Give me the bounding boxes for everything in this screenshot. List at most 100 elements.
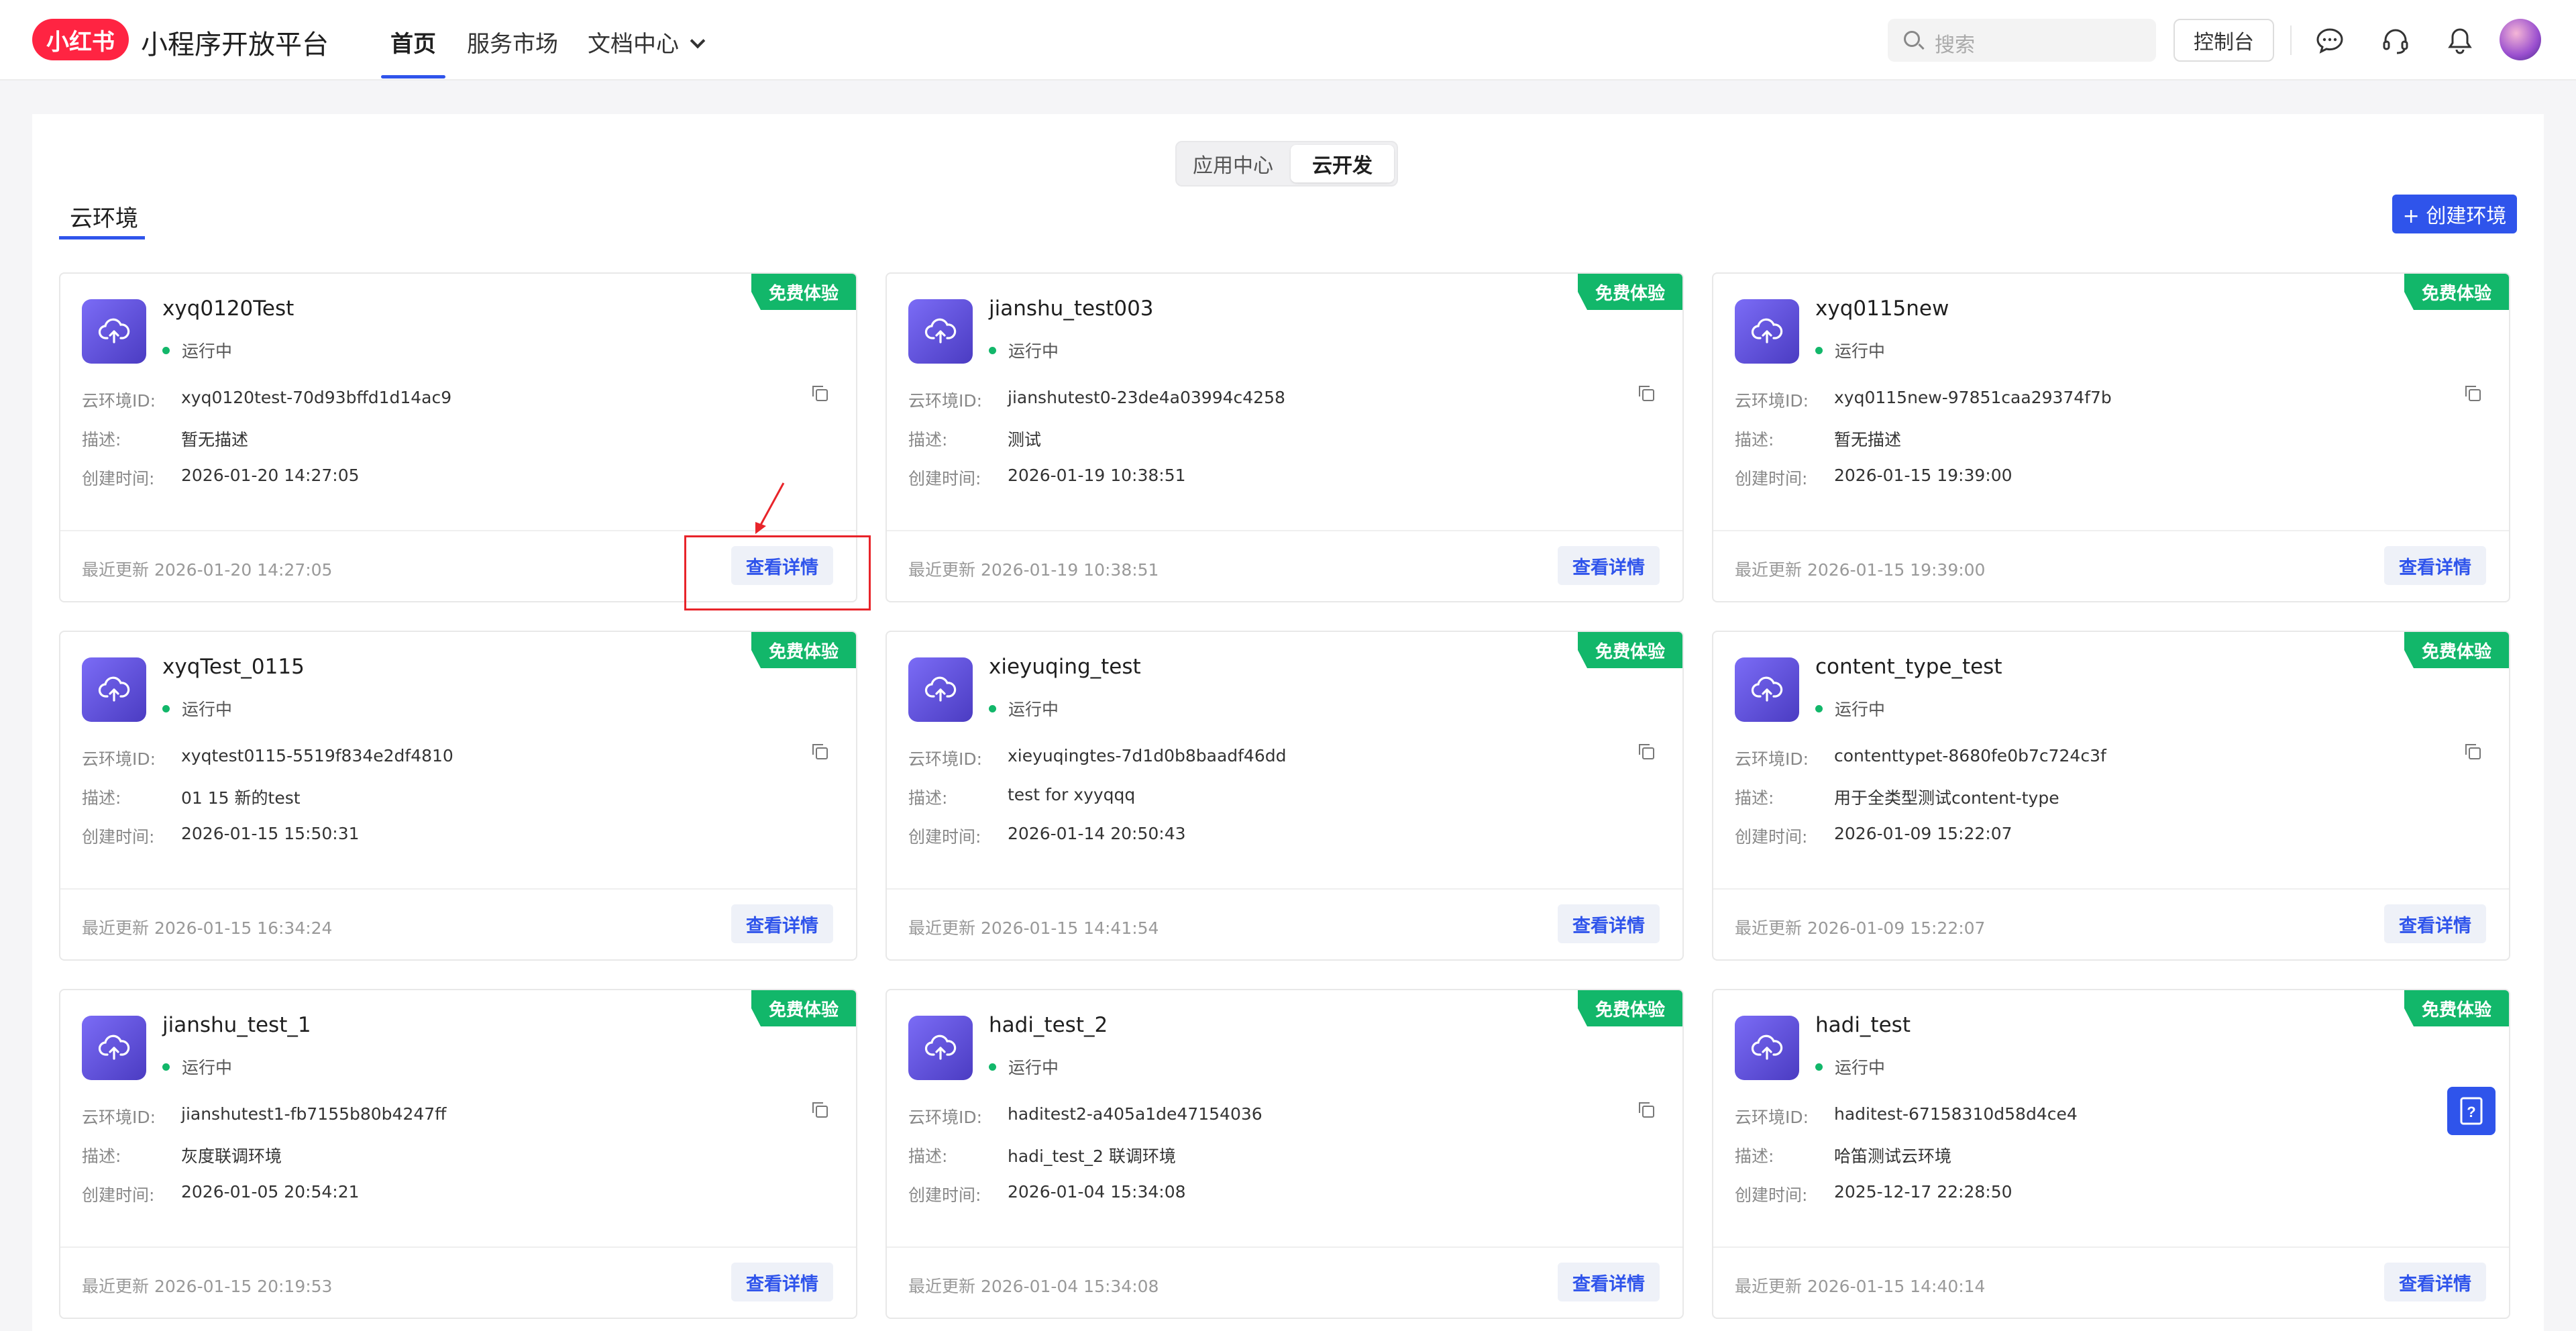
view-details-button[interactable]: 查看详情 bbox=[2384, 904, 2486, 943]
console-button[interactable]: 控制台 bbox=[2174, 19, 2274, 62]
created-value: 2026-01-04 15:34:08 bbox=[1008, 1182, 1186, 1202]
copy-icon[interactable] bbox=[812, 386, 828, 401]
desc-row: 描述: 哈笛测试云环境 bbox=[1735, 1143, 1951, 1167]
free-trial-badge: 免费体验 bbox=[1578, 632, 1682, 668]
env-id-value: jianshutest0-23de4a03994c4258 bbox=[1008, 388, 1285, 407]
copy-icon[interactable] bbox=[1639, 1102, 1654, 1118]
created-value: 2026-01-14 20:50:43 bbox=[1008, 824, 1186, 843]
env-id-label: 云环境ID: bbox=[82, 391, 156, 411]
env-status: 运行中 bbox=[162, 696, 232, 721]
message-icon[interactable] bbox=[2314, 25, 2345, 56]
env-status: 运行中 bbox=[989, 1055, 1059, 1079]
nav-service-market[interactable]: 服务市场 bbox=[467, 25, 558, 58]
created-row: 创建时间: 2026-01-14 20:50:43 bbox=[908, 824, 1186, 848]
env-status: 运行中 bbox=[1815, 696, 1885, 721]
cloud-env-icon bbox=[1735, 657, 1799, 722]
view-details-button[interactable]: 查看详情 bbox=[731, 1263, 833, 1301]
last-updated: 最近更新 2026-01-19 10:38:51 bbox=[908, 560, 1159, 580]
created-label: 创建时间: bbox=[908, 469, 981, 488]
copy-icon[interactable] bbox=[1639, 744, 1654, 759]
env-name: xieyuqing_test bbox=[989, 655, 1141, 679]
env-id-value: xieyuqingtes-7d1d0b8baadf46dd bbox=[1008, 746, 1287, 765]
status-dot bbox=[162, 346, 170, 354]
env-card: 免费体验 content_type_test 运行中 云环境ID: contenttyp… bbox=[1712, 631, 2510, 961]
annotation-highlight-box bbox=[684, 535, 871, 610]
env-id-value: jianshutest1-fb7155b80b4247ff bbox=[181, 1104, 447, 1124]
view-details-button[interactable]: 查看详情 bbox=[731, 904, 833, 943]
nav-home[interactable]: 首页 bbox=[390, 25, 436, 58]
created-label: 创建时间: bbox=[82, 1185, 155, 1205]
created-value: 2026-01-09 15:22:07 bbox=[1834, 824, 2012, 843]
created-row: 创建时间: 2026-01-15 19:39:00 bbox=[1735, 466, 2012, 490]
copy-icon[interactable] bbox=[1639, 386, 1654, 401]
desc-row: 描述: hadi_test_2 联调环境 bbox=[908, 1143, 1176, 1167]
copy-icon[interactable] bbox=[2465, 744, 2481, 759]
desc-value: 暂无描述 bbox=[181, 430, 249, 449]
card-divider bbox=[60, 530, 856, 531]
status-text: 运行中 bbox=[182, 700, 233, 719]
desc-value: 用于全类型测试content-type bbox=[1834, 788, 2059, 808]
nav-docs-center[interactable]: 文档中心 bbox=[588, 25, 706, 58]
copy-icon[interactable] bbox=[812, 1102, 828, 1118]
view-details-button[interactable]: 查看详情 bbox=[1558, 904, 1660, 943]
copy-icon[interactable] bbox=[2465, 386, 2481, 401]
help-button[interactable]: ? bbox=[2447, 1087, 2496, 1135]
created-label: 创建时间: bbox=[908, 1185, 981, 1205]
search-input[interactable]: 搜索 bbox=[1888, 19, 2156, 62]
user-avatar[interactable] bbox=[2500, 19, 2541, 60]
tab-cloud-env[interactable]: 云环境 bbox=[70, 200, 138, 233]
env-card: 免费体验 hadi_test 运行中 云环境ID: haditest-67158310d… bbox=[1712, 989, 2510, 1319]
nav-docs-label: 文档中心 bbox=[588, 31, 679, 58]
env-status: 运行中 bbox=[162, 338, 232, 362]
help-doc-icon: ? bbox=[2460, 1097, 2483, 1125]
view-details-button[interactable]: 查看详情 bbox=[2384, 546, 2486, 585]
segment-app-center[interactable]: 应用中心 bbox=[1179, 145, 1287, 182]
env-card: 免费体验 xyqTest_0115 运行中 云环境ID: xyqtest0115-551… bbox=[59, 631, 857, 961]
desc-value: 01 15 新的test bbox=[181, 788, 301, 808]
card-divider bbox=[887, 530, 1682, 531]
desc-label: 描述: bbox=[908, 788, 948, 808]
create-env-button[interactable]: + 创建环境 bbox=[2392, 195, 2517, 233]
created-value: 2026-01-20 14:27:05 bbox=[181, 466, 360, 485]
free-trial-badge: 免费体验 bbox=[1578, 990, 1682, 1026]
desc-label: 描述: bbox=[1735, 788, 1774, 808]
platform-name: 小程序开放平台 bbox=[141, 30, 329, 60]
created-label: 创建时间: bbox=[1735, 827, 1808, 847]
xiaohongshu-logo[interactable]: 小红书 bbox=[32, 19, 129, 60]
segment-cloud-dev[interactable]: 云开发 bbox=[1291, 145, 1394, 182]
view-details-button[interactable]: 查看详情 bbox=[2384, 1263, 2486, 1301]
env-status: 运行中 bbox=[162, 1055, 232, 1079]
last-updated: 最近更新 2026-01-09 15:22:07 bbox=[1735, 918, 1986, 938]
headset-icon[interactable] bbox=[2380, 25, 2411, 56]
created-value: 2026-01-15 19:39:00 bbox=[1834, 466, 2012, 485]
status-dot bbox=[989, 346, 996, 354]
copy-icon[interactable] bbox=[812, 744, 828, 759]
free-trial-badge: 免费体验 bbox=[2404, 990, 2509, 1026]
status-text: 运行中 bbox=[182, 341, 233, 361]
chevron-down-icon bbox=[690, 33, 706, 49]
desc-label: 描述: bbox=[82, 1147, 121, 1166]
status-text: 运行中 bbox=[1835, 341, 1886, 361]
created-value: 2025-12-17 22:28:50 bbox=[1834, 1182, 2012, 1202]
env-name: content_type_test bbox=[1815, 655, 2002, 679]
bell-icon[interactable] bbox=[2445, 25, 2475, 56]
cloud-env-icon bbox=[908, 1016, 973, 1080]
view-details-button[interactable]: 查看详情 bbox=[1558, 546, 1660, 585]
env-id-value: haditest-67158310d58d4ce4 bbox=[1834, 1104, 2078, 1124]
view-details-button[interactable]: 查看详情 bbox=[1558, 1263, 1660, 1301]
desc-value: hadi_test_2 联调环境 bbox=[1008, 1147, 1176, 1166]
desc-row: 描述: 用于全类型测试content-type bbox=[1735, 785, 2059, 809]
env-id-label: 云环境ID: bbox=[1735, 1108, 1809, 1127]
last-updated: 最近更新 2026-01-15 19:39:00 bbox=[1735, 560, 1986, 580]
created-label: 创建时间: bbox=[908, 827, 981, 847]
svg-text:?: ? bbox=[2467, 1104, 2475, 1120]
env-id-value: contenttypet-8680fe0b7c724c3f bbox=[1834, 746, 2106, 765]
env-id-value: xyq0115new-97851caa29374f7b bbox=[1834, 388, 2112, 407]
status-text: 运行中 bbox=[1835, 1058, 1886, 1077]
created-row: 创建时间: 2026-01-20 14:27:05 bbox=[82, 466, 360, 490]
desc-label: 描述: bbox=[908, 430, 948, 449]
env-name: hadi_test_2 bbox=[989, 1013, 1108, 1037]
view-switcher: 应用中心 云开发 bbox=[1175, 141, 1398, 187]
env-id-label: 云环境ID: bbox=[82, 1108, 156, 1127]
card-divider bbox=[887, 888, 1682, 890]
